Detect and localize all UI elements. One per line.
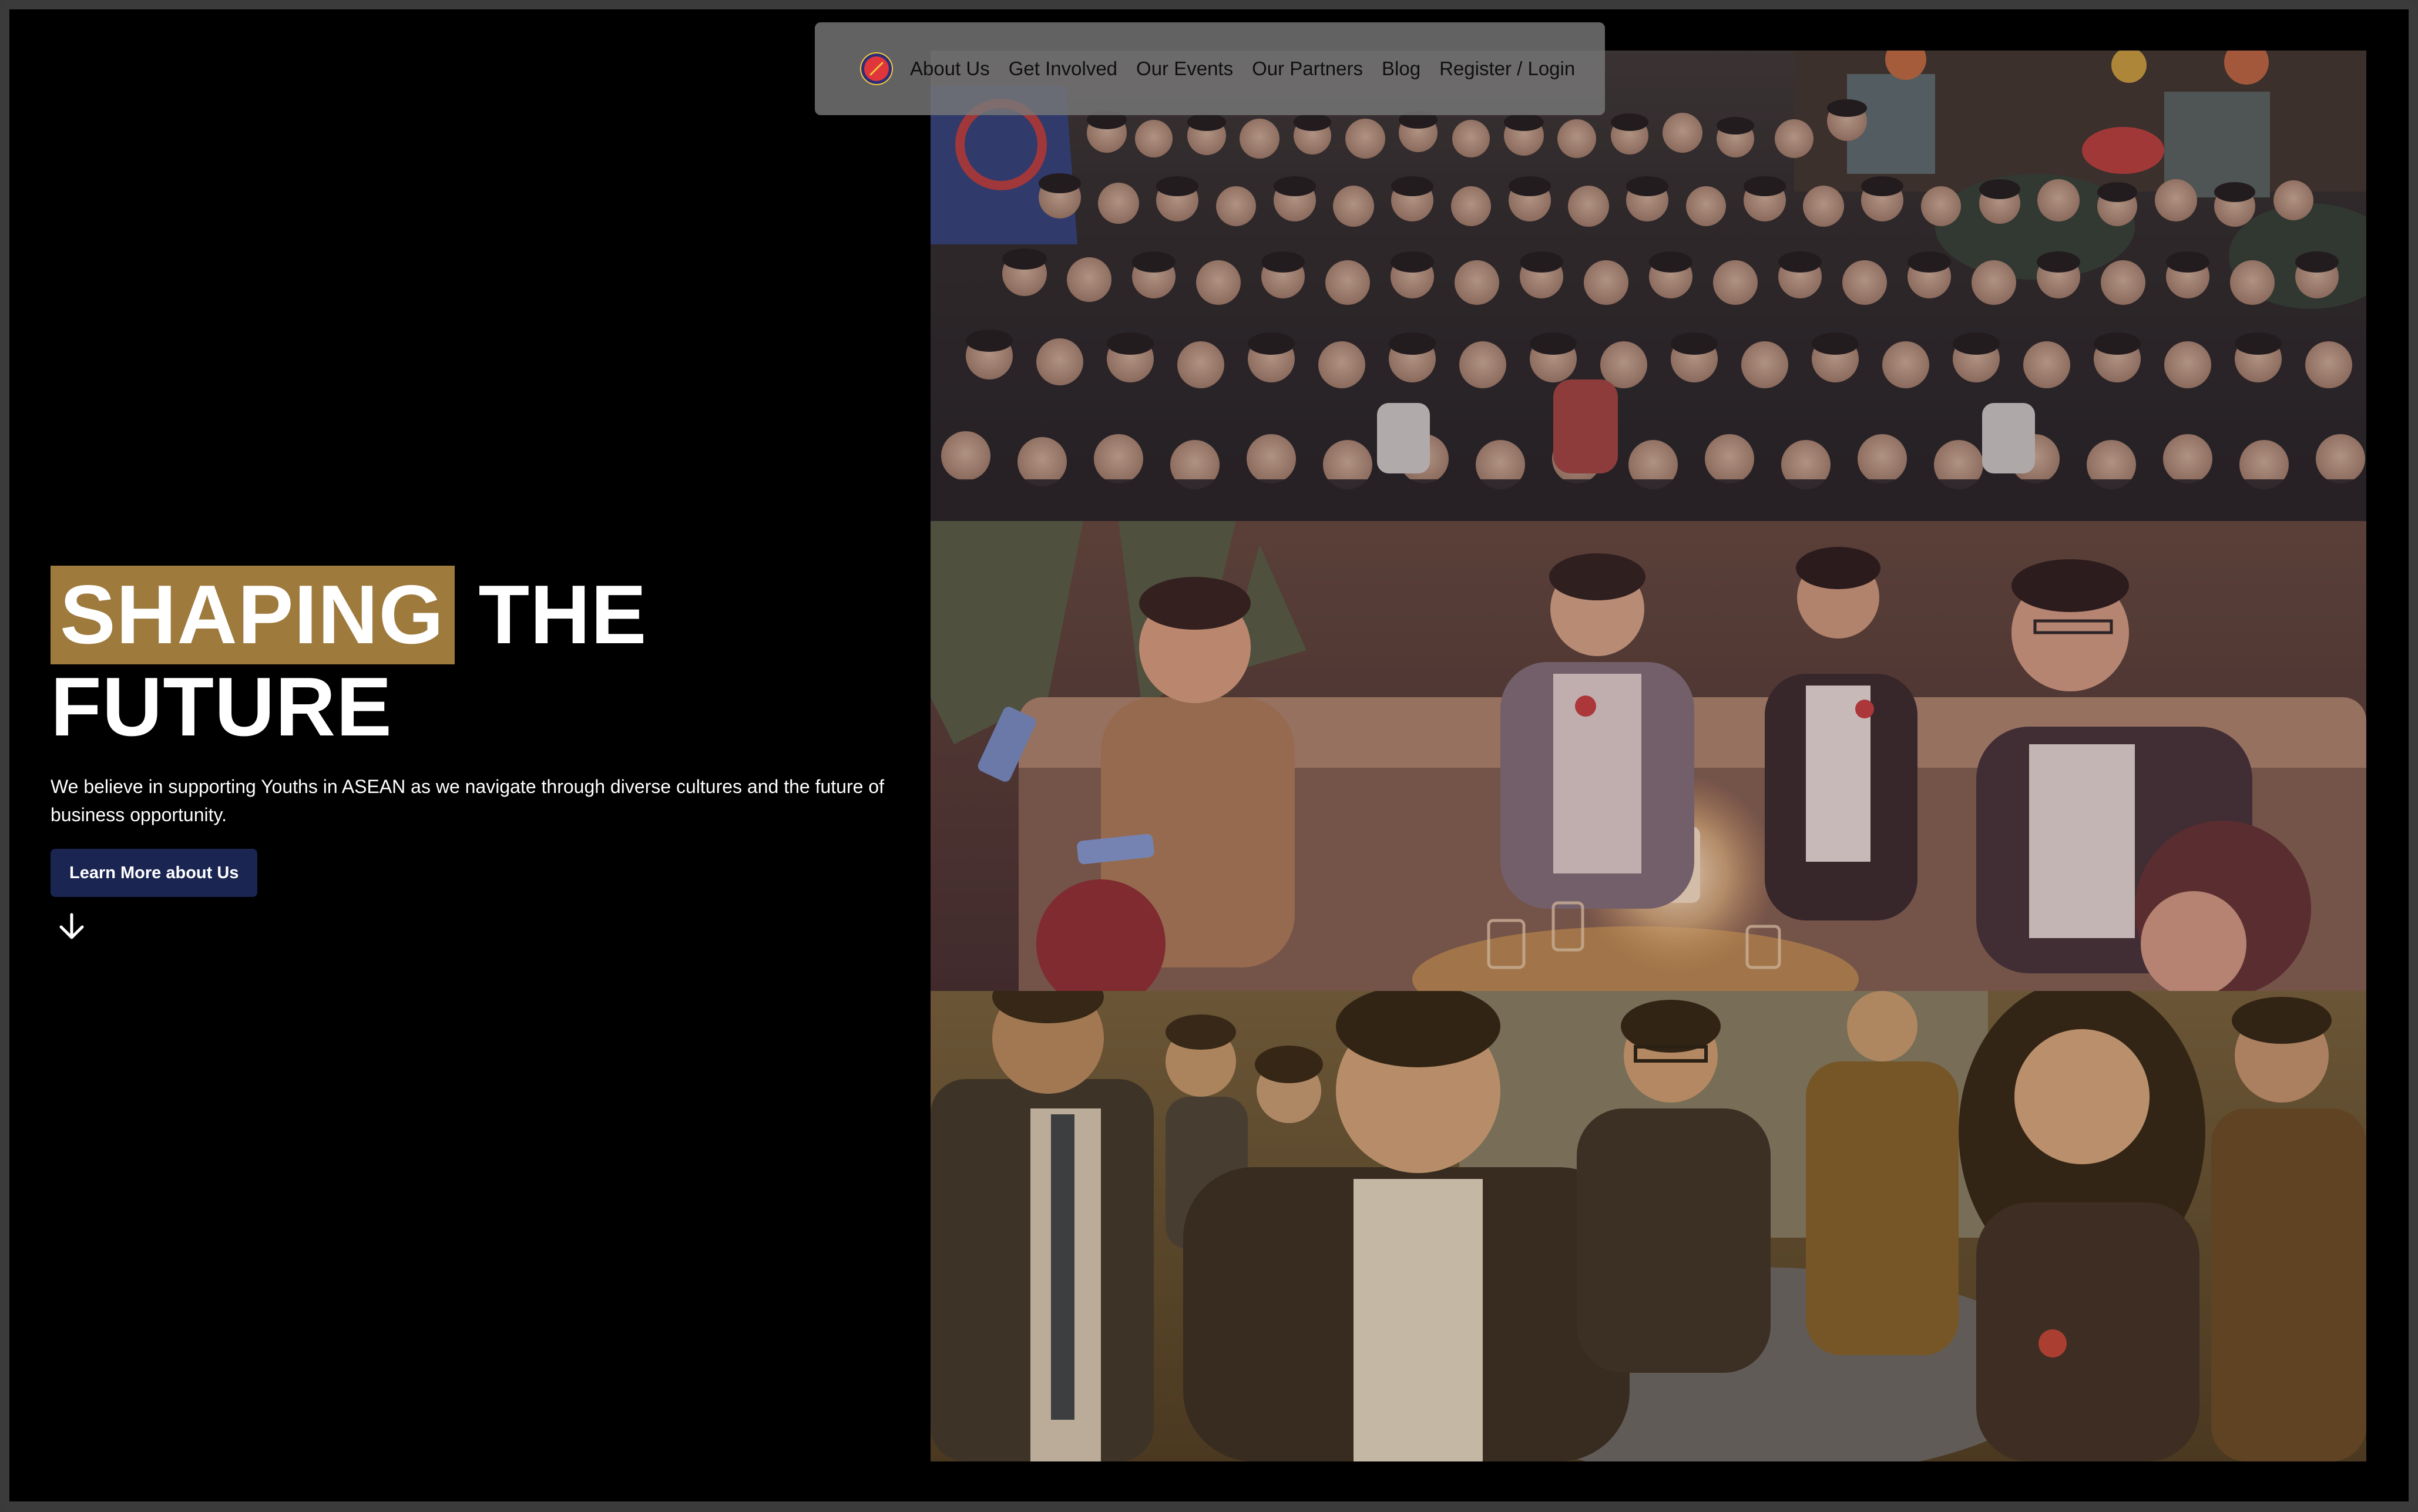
top-navigation: About Us Get Involved Our Events Our Par… bbox=[815, 22, 1605, 115]
nav-blog[interactable]: Blog bbox=[1382, 58, 1420, 80]
networking-event-photo bbox=[931, 991, 2366, 1461]
arrow-down-icon[interactable] bbox=[56, 911, 87, 942]
nav-our-partners[interactable]: Our Partners bbox=[1252, 58, 1363, 80]
group-photo-crowd bbox=[931, 51, 2366, 521]
headline-rest: THE bbox=[478, 568, 647, 661]
headline-line2: FUTURE bbox=[51, 660, 392, 754]
headline-highlight: SHAPING bbox=[51, 566, 455, 664]
hero-tagline: We believe in supporting Youths in ASEAN… bbox=[51, 776, 884, 825]
hero-headline: SHAPING THE FUTURE bbox=[51, 566, 920, 750]
device-frame: SHAPING THE FUTURE We believe in support… bbox=[0, 0, 2418, 1512]
photo-collage bbox=[931, 51, 2366, 1461]
nav-get-involved[interactable]: Get Involved bbox=[1009, 58, 1117, 80]
asean-circle-logo[interactable] bbox=[859, 52, 894, 86]
hero-section: SHAPING THE FUTURE We believe in support… bbox=[51, 566, 920, 942]
lounge-conversation-photo bbox=[931, 521, 2366, 991]
nav-about-us[interactable]: About Us bbox=[910, 58, 990, 80]
learn-more-button[interactable]: Learn More about Us bbox=[51, 849, 258, 897]
page: SHAPING THE FUTURE We believe in support… bbox=[9, 9, 2409, 1501]
nav-register-login[interactable]: Register / Login bbox=[1439, 58, 1575, 80]
nav-our-events[interactable]: Our Events bbox=[1136, 58, 1233, 80]
